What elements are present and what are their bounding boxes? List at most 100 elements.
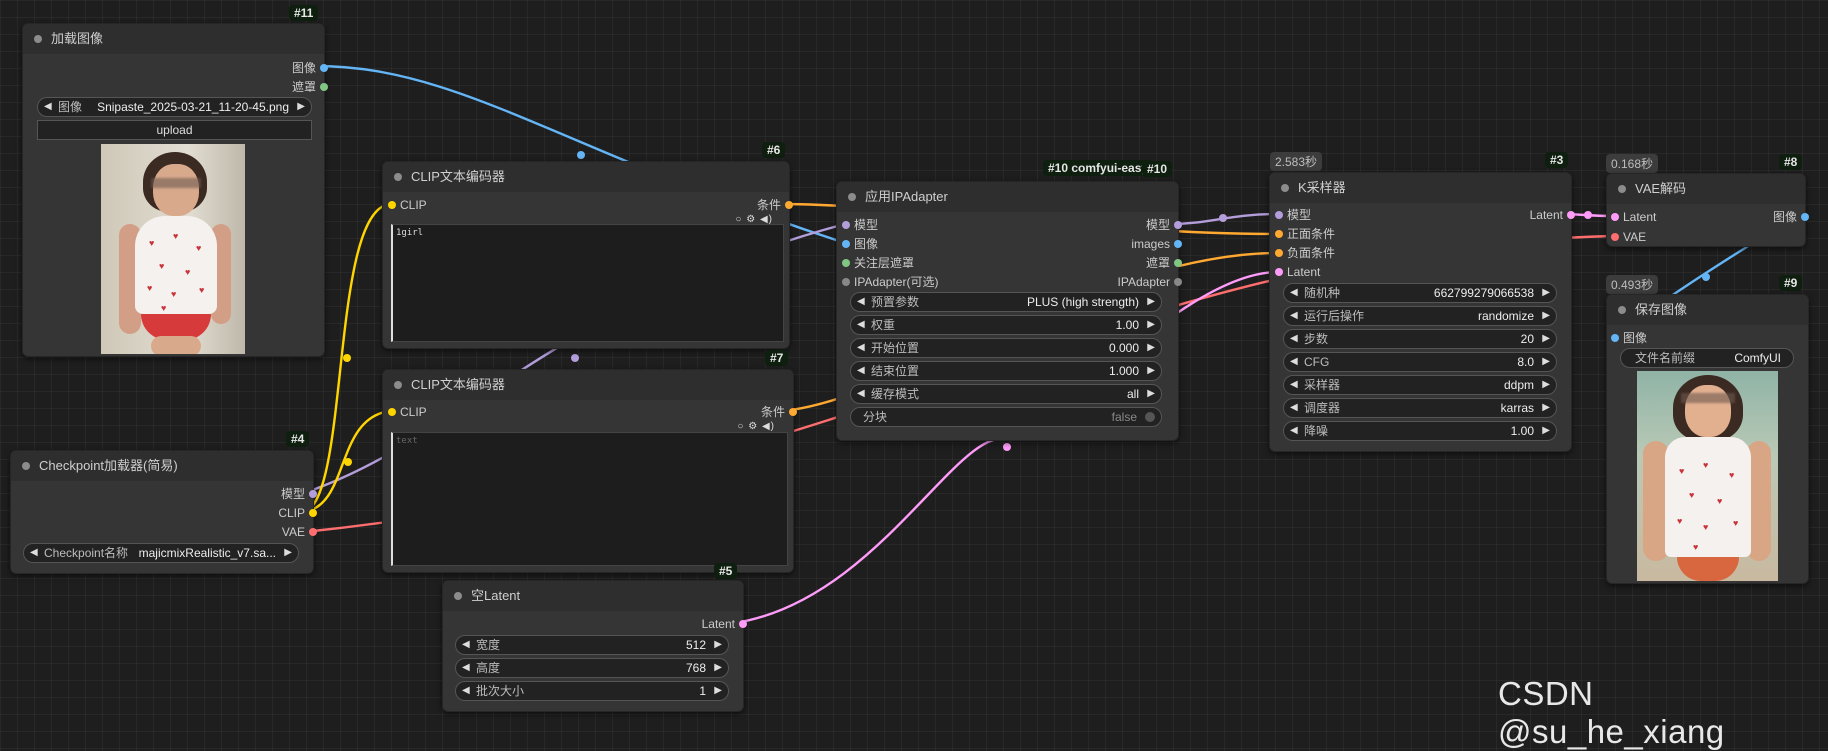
collapse-dot-icon[interactable] xyxy=(1618,185,1626,193)
arrow-left-icon[interactable]: ◀ xyxy=(1290,399,1298,417)
save-image-node[interactable]: 保存图像 图像 文件名前缀 ComfyUI ♥ ♥ ♥ ♥ ♥ ♥ ♥ ♥ ♥ xyxy=(1606,294,1809,584)
node-title[interactable]: 空Latent xyxy=(443,581,743,611)
arrow-left-icon[interactable]: ◀ xyxy=(1290,353,1298,371)
arrow-right-icon[interactable]: ▶ xyxy=(1542,284,1550,302)
ksampler-node[interactable]: K采样器 模型 正面条件 负面条件 Latent Latent ◀ 随机种 6627… xyxy=(1269,172,1575,452)
arrow-right-icon[interactable]: ▶ xyxy=(1542,422,1550,440)
node-title[interactable]: 应用IPAdapter xyxy=(837,182,1178,212)
weight-input[interactable]: ◀ 权重 1.00 ▶ xyxy=(850,315,1162,335)
input-latent[interactable]: Latent xyxy=(1275,263,1320,281)
arrow-right-icon[interactable]: ▶ xyxy=(1542,307,1550,325)
input-image[interactable]: 图像 xyxy=(1611,329,1647,347)
seed-input[interactable]: ◀ 随机种 662799279066538 ▶ xyxy=(1283,283,1557,303)
socket-icon[interactable] xyxy=(388,201,396,209)
arrow-left-icon[interactable]: ◀ xyxy=(30,544,38,562)
scheduler-select[interactable]: ◀ 调度器 karras ▶ xyxy=(1283,398,1557,418)
socket-icon[interactable] xyxy=(388,408,396,416)
node-title[interactable]: Checkpoint加载器(简易) xyxy=(11,451,313,481)
output-latent[interactable]: Latent xyxy=(1530,206,1575,224)
socket-icon[interactable] xyxy=(1275,268,1283,276)
input-attn-mask[interactable]: 关注层遮罩 xyxy=(842,254,914,272)
collapse-dot-icon[interactable] xyxy=(1281,184,1289,192)
socket-icon[interactable] xyxy=(842,221,850,229)
socket-icon[interactable] xyxy=(1275,249,1283,257)
socket-icon[interactable] xyxy=(1611,334,1619,342)
input-model[interactable]: 模型 xyxy=(842,216,878,234)
filename-prefix-input[interactable]: 文件名前缀 ComfyUI xyxy=(1620,348,1794,368)
collapse-dot-icon[interactable] xyxy=(1618,306,1626,314)
output-image[interactable]: 图像 xyxy=(1773,208,1809,226)
clip-text-encode-node-6[interactable]: CLIP文本编码器 CLIP 条件 ○ ⚙ ◀) 1girl xyxy=(382,161,793,349)
arrow-left-icon[interactable]: ◀ xyxy=(44,98,52,116)
arrow-right-icon[interactable]: ▶ xyxy=(1542,376,1550,394)
arrow-right-icon[interactable]: ▶ xyxy=(714,636,722,654)
vae-decode-node[interactable]: VAE解码 Latent VAE 图像 xyxy=(1606,173,1809,247)
output-latent[interactable]: Latent xyxy=(702,615,747,633)
arrow-left-icon[interactable]: ◀ xyxy=(1290,284,1298,302)
control-after-generate-select[interactable]: ◀ 运行后操作 randomize ▶ xyxy=(1283,306,1557,326)
upload-button[interactable]: upload xyxy=(37,120,312,140)
tile-toggle[interactable]: 分块 false xyxy=(850,407,1162,427)
socket-icon[interactable] xyxy=(739,620,747,628)
output-conditioning[interactable]: 条件 xyxy=(761,403,797,421)
cfg-input[interactable]: ◀ CFG 8.0 ▶ xyxy=(1283,352,1557,372)
input-latent[interactable]: Latent xyxy=(1611,208,1656,226)
arrow-left-icon[interactable]: ◀ xyxy=(857,316,865,334)
arrow-left-icon[interactable]: ◀ xyxy=(462,636,470,654)
collapse-dot-icon[interactable] xyxy=(22,462,30,470)
output-ipadapter[interactable]: IPAdapter xyxy=(1118,273,1182,291)
load-image-node[interactable]: 加载图像 图像 遮罩 ◀ 图像 Snipaste_2025-03-21_11-2… xyxy=(22,23,328,357)
sampler-select[interactable]: ◀ 采样器 ddpm ▶ xyxy=(1283,375,1557,395)
node-title[interactable]: CLIP文本编码器 xyxy=(383,162,789,192)
collapse-dot-icon[interactable] xyxy=(394,381,402,389)
width-input[interactable]: ◀ 宽度 512 ▶ xyxy=(455,635,729,655)
batch-size-input[interactable]: ◀ 批次大小 1 ▶ xyxy=(455,681,729,701)
socket-icon[interactable] xyxy=(1174,278,1182,286)
output-vae[interactable]: VAE xyxy=(282,523,317,541)
checkpoint-loader-node[interactable]: Checkpoint加载器(简易) 模型 CLIP VAE ◀ Checkpoi… xyxy=(10,450,317,574)
arrow-left-icon[interactable]: ◀ xyxy=(1290,330,1298,348)
apply-ipadapter-node[interactable]: 应用IPAdapter 模型 图像 关注层遮罩 IPAdapter(可选) 模型… xyxy=(836,181,1182,441)
socket-icon[interactable] xyxy=(842,278,850,286)
socket-icon[interactable] xyxy=(1174,240,1182,248)
steps-input[interactable]: ◀ 步数 20 ▶ xyxy=(1283,329,1557,349)
node-title[interactable]: 加载图像 xyxy=(23,24,324,54)
collapse-dot-icon[interactable] xyxy=(848,193,856,201)
node-title[interactable]: K采样器 xyxy=(1270,173,1571,203)
output-images[interactable]: images xyxy=(1131,235,1182,253)
node-title[interactable]: 保存图像 xyxy=(1607,295,1808,325)
socket-icon[interactable] xyxy=(1567,211,1575,219)
arrow-left-icon[interactable]: ◀ xyxy=(1290,422,1298,440)
socket-icon[interactable] xyxy=(320,83,328,91)
arrow-right-icon[interactable]: ▶ xyxy=(1542,399,1550,417)
socket-icon[interactable] xyxy=(789,408,797,416)
arrow-right-icon[interactable]: ▶ xyxy=(1542,353,1550,371)
cache-mode-select[interactable]: ◀ 缓存模式 all ▶ xyxy=(850,384,1162,404)
socket-icon[interactable] xyxy=(320,64,328,72)
input-image[interactable]: 图像 xyxy=(842,235,878,253)
output-conditioning[interactable]: 条件 xyxy=(757,196,793,214)
node-title[interactable]: VAE解码 xyxy=(1607,174,1805,204)
height-input[interactable]: ◀ 高度 768 ▶ xyxy=(455,658,729,678)
widget-icons[interactable]: ○ ⚙ ◀) xyxy=(737,421,775,432)
empty-latent-node[interactable]: 空Latent Latent ◀ 宽度 512 ▶ ◀ 高度 768 ▶ ◀ 批次大小 1 ▶ xyxy=(442,580,747,712)
toggle-knob-icon[interactable] xyxy=(1145,412,1155,422)
socket-icon[interactable] xyxy=(842,259,850,267)
collapse-dot-icon[interactable] xyxy=(34,35,42,43)
input-ipadapter[interactable]: IPAdapter(可选) xyxy=(842,273,938,291)
arrow-right-icon[interactable]: ▶ xyxy=(1147,385,1155,403)
arrow-right-icon[interactable]: ▶ xyxy=(1147,293,1155,311)
input-negative[interactable]: 负面条件 xyxy=(1275,244,1335,262)
arrow-left-icon[interactable]: ◀ xyxy=(857,362,865,380)
checkpoint-select[interactable]: ◀ Checkpoint名称 majicmixRealistic_v7.sa..… xyxy=(23,543,299,563)
node-title[interactable]: CLIP文本编码器 xyxy=(383,370,793,400)
socket-icon[interactable] xyxy=(309,490,317,498)
socket-icon[interactable] xyxy=(1275,211,1283,219)
output-image[interactable]: 图像 xyxy=(292,59,328,77)
arrow-right-icon[interactable]: ▶ xyxy=(714,682,722,700)
socket-icon[interactable] xyxy=(842,240,850,248)
socket-icon[interactable] xyxy=(1611,233,1619,241)
output-mask[interactable]: 遮罩 xyxy=(1146,254,1182,272)
arrow-left-icon[interactable]: ◀ xyxy=(1290,376,1298,394)
prompt-textarea[interactable]: text xyxy=(391,432,788,566)
